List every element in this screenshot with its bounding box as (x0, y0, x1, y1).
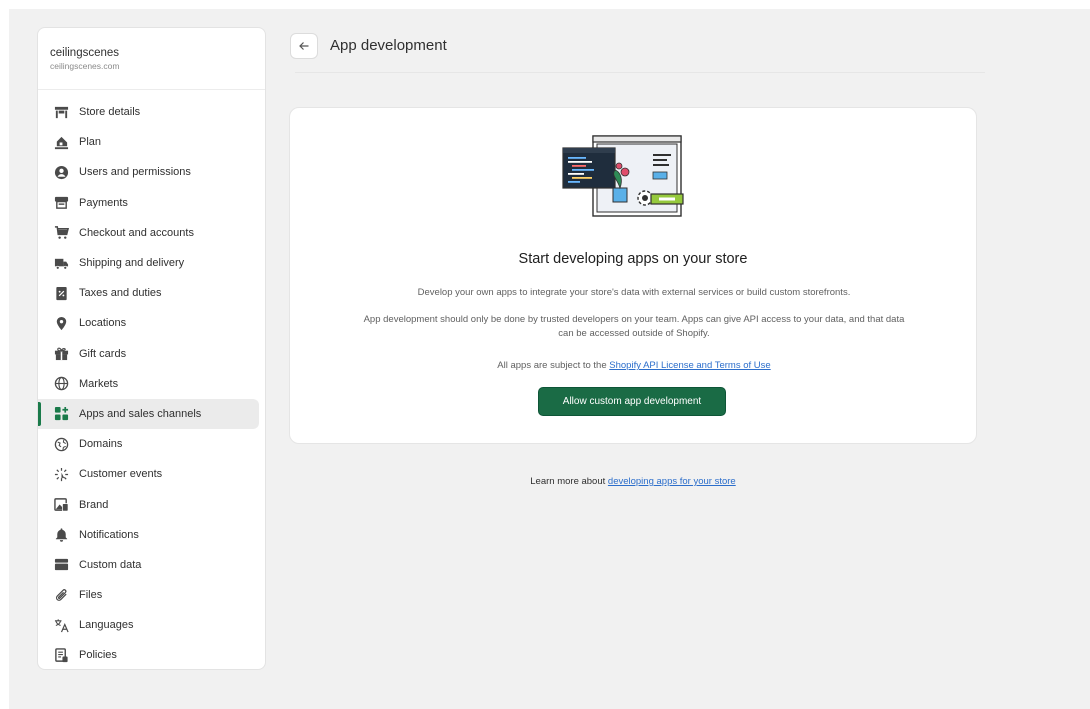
sidebar-item-payments[interactable]: Payments (38, 188, 259, 218)
sidebar-item-files[interactable]: Files (38, 580, 259, 610)
sidebar-item-label: Shipping and delivery (79, 257, 185, 270)
app-development-illustration (562, 135, 684, 217)
user-icon (52, 164, 70, 180)
sidebar-item-gift-cards[interactable]: Gift cards (38, 339, 259, 369)
sidebar-item-brand[interactable]: Brand (38, 489, 259, 519)
sidebar-item-label: Brand (79, 498, 109, 511)
sidebar-item-label: Gift cards (79, 347, 127, 360)
card-description: Develop your own apps to integrate your … (417, 287, 851, 298)
store-icon (52, 104, 70, 120)
terms-prefix: All apps are subject to the (497, 360, 610, 371)
settings-nav: Store details Plan Users and permissions… (38, 90, 265, 669)
header-divider (295, 72, 985, 73)
learn-more-prefix: Learn more about (530, 476, 608, 487)
sidebar-item-label: Taxes and duties (79, 287, 162, 300)
arrow-left-icon (298, 40, 310, 52)
bell-icon (52, 527, 70, 543)
sidebar-item-label: Languages (79, 619, 134, 632)
sidebar-item-locations[interactable]: Locations (38, 308, 259, 338)
store-name: ceilingscenes (50, 47, 120, 59)
back-button[interactable] (290, 33, 318, 59)
store-domain: ceilingscenes.com (50, 61, 120, 71)
sidebar-item-plan[interactable]: Plan (38, 127, 259, 157)
truck-icon (52, 255, 70, 271)
sidebar-item-label: Customer events (79, 468, 163, 481)
location-pin-icon (52, 315, 70, 331)
sidebar-item-label: Checkout and accounts (79, 226, 194, 239)
sidebar-item-label: Policies (79, 649, 117, 662)
sidebar-item-languages[interactable]: Languages (38, 610, 259, 640)
card-warning: App development should only be done by t… (363, 314, 905, 339)
store-info[interactable]: ceilingscenes ceilingscenes.com (38, 28, 265, 90)
sidebar-item-custom-data[interactable]: Custom data (38, 550, 259, 580)
sidebar-item-taxes-and-duties[interactable]: Taxes and duties (38, 278, 259, 308)
allow-custom-app-development-button[interactable]: Allow custom app development (538, 387, 726, 416)
sidebar-item-users-and-permissions[interactable]: Users and permissions (38, 157, 259, 187)
plan-icon (52, 134, 70, 150)
brand-icon (52, 497, 70, 513)
sidebar-item-label: Store details (79, 106, 141, 119)
page-title: App development (330, 37, 447, 54)
cart-icon (52, 225, 70, 241)
sidebar-item-label: Files (79, 589, 103, 602)
sidebar-item-label: Domains (79, 438, 123, 451)
sidebar-item-label: Custom data (79, 558, 142, 571)
gift-icon (52, 346, 70, 362)
developing-apps-link[interactable]: developing apps for your store (608, 476, 736, 487)
sidebar-item-label: Apps and sales channels (79, 407, 202, 420)
sidebar-item-store-details[interactable]: Store details (38, 97, 259, 127)
sidebar-item-label: Markets (79, 377, 119, 390)
sidebar-item-domains[interactable]: Domains (38, 429, 259, 459)
tax-icon (52, 285, 70, 301)
sidebar-item-label: Locations (79, 317, 127, 330)
domains-icon (52, 436, 70, 452)
sidebar-item-markets[interactable]: Markets (38, 369, 259, 399)
globe-icon (52, 376, 70, 392)
app-development-card: Start developing apps on your store Deve… (289, 107, 977, 444)
sidebar-item-shipping-and-delivery[interactable]: Shipping and delivery (38, 248, 259, 278)
card-heading: Start developing apps on your store (518, 251, 748, 267)
translate-icon (52, 617, 70, 633)
settings-sidebar: ceilingscenes ceilingscenes.com Store de… (37, 27, 266, 670)
sidebar-item-checkout-and-accounts[interactable]: Checkout and accounts (38, 218, 259, 248)
sidebar-item-apps-and-sales-channels[interactable]: Apps and sales channels (38, 398, 259, 430)
sidebar-item-label: Notifications (79, 528, 139, 541)
payments-icon (52, 195, 70, 211)
sidebar-item-notifications[interactable]: Notifications (38, 520, 259, 550)
paperclip-icon (52, 587, 70, 603)
apps-icon (52, 406, 70, 422)
sidebar-item-policies[interactable]: Policies (38, 640, 259, 669)
learn-more-text: Learn more about developing apps for you… (289, 476, 977, 487)
sparkle-icon (52, 466, 70, 482)
sidebar-item-label: Payments (79, 196, 128, 209)
sidebar-item-label: Users and permissions (79, 166, 191, 179)
api-terms-link[interactable]: Shopify API License and Terms of Use (609, 360, 770, 371)
sidebar-item-customer-events[interactable]: Customer events (38, 459, 259, 489)
database-icon (52, 557, 70, 573)
document-icon (52, 647, 70, 663)
terms-text: All apps are subject to the Shopify API … (360, 359, 908, 373)
sidebar-item-label: Plan (79, 136, 102, 149)
